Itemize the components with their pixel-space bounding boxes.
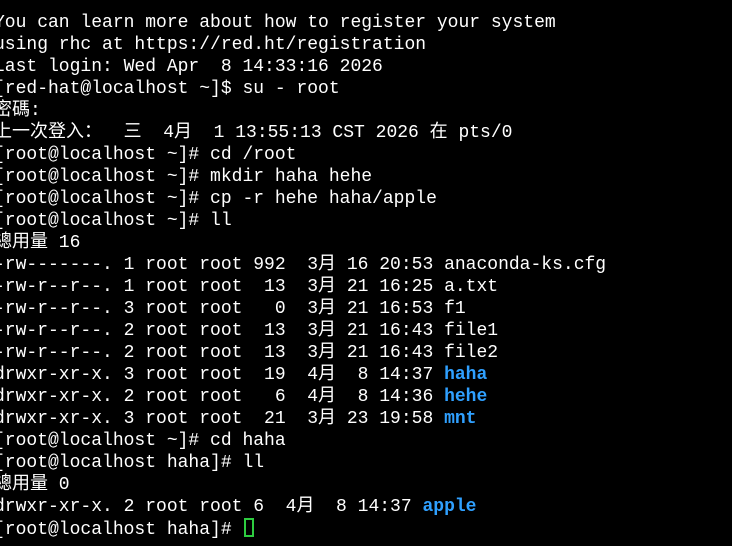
ls-total-line: 總用量 0 [0,475,70,495]
ls-file-entry: -rw-r--r--. 1 root root 13 3月 21 16:25 a… [0,277,499,297]
active-prompt-line[interactable]: [root@localhost haha]# [0,518,606,540]
command-line: [root@localhost ~]# cp -r hehe haha/appl… [0,189,437,209]
output-line: 上一次登入： 三 4月 1 13:55:13 CST 2026 在 pts/0 [0,123,513,143]
ls-dir-info: drwxr-xr-x. 2 root root 6 4月 8 14:36 [0,387,445,407]
ls-total-line: 總用量 16 [0,233,81,253]
command-line: [root@localhost ~]# ll [0,211,232,231]
dir-name-hehe: hehe [444,387,488,407]
ls-dir-info: drwxr-xr-x. 3 root root 21 3月 23 19:58 [0,409,445,429]
ls-file-entry: -rw-r--r--. 2 root root 13 3月 21 16:43 f… [0,343,499,363]
ls-dir-entry: drwxr-xr-x. 2 root root 6 4月 8 14:37 app… [0,496,606,518]
output-line: using rhc at https://red.ht/registration [0,35,427,55]
dir-name-haha: haha [444,365,488,385]
ls-dir-entry: drwxr-xr-x. 3 root root 21 3月 23 19:58 m… [0,408,606,430]
text-cursor[interactable] [244,518,255,537]
output-line: Last login: Wed Apr 8 14:33:16 2026 [0,57,383,77]
command-line: [root@localhost ~]# mkdir haha hehe [0,167,373,187]
ls-dir-info: drwxr-xr-x. 3 root root 19 4月 8 14:37 [0,365,445,385]
password-prompt: 密碼: [0,101,41,121]
ls-file-entry: -rw-r--r--. 3 root root 0 3月 21 16:53 f1 [0,299,466,319]
dir-name-mnt: mnt [444,409,477,429]
dir-name-apple: apple [422,497,477,517]
output-line: You can learn more about how to register… [0,13,556,33]
ls-dir-entry: drwxr-xr-x. 2 root root 6 4月 8 14:36 heh… [0,386,606,408]
command-line: [root@localhost ~]# cd /root [0,145,297,165]
shell-prompt: [root@localhost haha]# [0,520,243,540]
command-line: [red-hat@localhost ~]$ su - root [0,79,340,99]
terminal-output: You can learn more about how to register… [0,12,606,540]
command-line: [root@localhost haha]# ll [0,453,265,473]
command-line: [root@localhost ~]# cd haha [0,431,286,451]
ls-file-entry: -rw-r--r--. 2 root root 13 3月 21 16:43 f… [0,321,499,341]
terminal-window[interactable]: You can learn more about how to register… [0,0,732,546]
ls-file-entry: -rw-------. 1 root root 992 3月 16 20:53 … [0,255,607,275]
ls-dir-info: drwxr-xr-x. 2 root root 6 4月 8 14:37 [0,497,423,517]
ls-dir-entry: drwxr-xr-x. 3 root root 19 4月 8 14:37 ha… [0,364,606,386]
